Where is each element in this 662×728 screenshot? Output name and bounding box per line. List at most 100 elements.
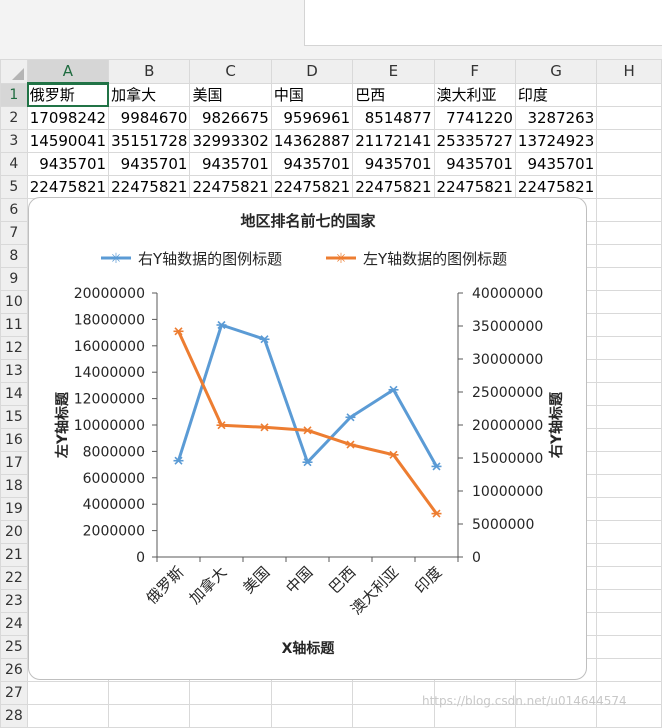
cell[interactable]: [189, 681, 272, 705]
row-header[interactable]: 16: [0, 428, 28, 452]
cell[interactable]: 13724923: [514, 129, 598, 153]
cell[interactable]: 9596961: [270, 106, 354, 130]
row-header[interactable]: 12: [0, 336, 28, 360]
cell[interactable]: [596, 405, 662, 429]
cell[interactable]: [596, 152, 662, 176]
cell[interactable]: [596, 359, 662, 383]
cell[interactable]: 3287263: [514, 106, 598, 130]
cell[interactable]: [596, 82, 662, 107]
cell[interactable]: 9826675: [189, 106, 272, 130]
cell[interactable]: 9435701: [433, 152, 516, 176]
cell[interactable]: [108, 704, 191, 728]
cell[interactable]: [596, 451, 662, 475]
cell[interactable]: 8514877: [352, 106, 435, 130]
column-header[interactable]: A: [26, 59, 110, 84]
line-chart[interactable]: 地区排名前七的国家 ✳ 右Y轴数据的图例标题 ✳ 左Y轴数据的图例标题 0 2000000 4…: [28, 197, 587, 680]
row-header[interactable]: 17: [0, 451, 28, 475]
cell[interactable]: [596, 635, 662, 659]
row-header[interactable]: 23: [0, 589, 28, 613]
select-all-corner[interactable]: [0, 59, 28, 84]
row-header[interactable]: 10: [0, 290, 28, 314]
row-header[interactable]: 28: [0, 704, 28, 728]
cell[interactable]: [270, 681, 354, 705]
row-header[interactable]: 3: [0, 129, 28, 153]
cell[interactable]: [596, 543, 662, 567]
cell[interactable]: [596, 198, 662, 222]
column-header[interactable]: H: [596, 59, 662, 84]
cell[interactable]: [26, 704, 110, 728]
row-header[interactable]: 22: [0, 566, 28, 590]
cell[interactable]: [596, 221, 662, 245]
cell[interactable]: 9435701: [26, 152, 110, 176]
cell[interactable]: 22475821: [270, 175, 354, 199]
column-header[interactable]: D: [270, 59, 354, 84]
cell[interactable]: 9435701: [189, 152, 272, 176]
row-header[interactable]: 1: [0, 82, 28, 107]
cell[interactable]: [596, 474, 662, 498]
row-header[interactable]: 7: [0, 221, 28, 245]
cell[interactable]: [596, 497, 662, 521]
cell[interactable]: 9435701: [352, 152, 435, 176]
cell[interactable]: 9435701: [108, 152, 191, 176]
cell[interactable]: 中国: [270, 82, 354, 107]
row-header[interactable]: 13: [0, 359, 28, 383]
cell[interactable]: [596, 589, 662, 613]
cell[interactable]: [596, 290, 662, 314]
cell[interactable]: [596, 382, 662, 406]
cell[interactable]: 22475821: [433, 175, 516, 199]
cell[interactable]: 俄罗斯: [26, 82, 110, 107]
formula-bar[interactable]: [304, 0, 662, 46]
cell[interactable]: 22475821: [189, 175, 272, 199]
cell[interactable]: [270, 704, 354, 728]
cell[interactable]: [596, 175, 662, 199]
cell[interactable]: 澳大利亚: [433, 82, 516, 107]
row-header[interactable]: 24: [0, 612, 28, 636]
row-header[interactable]: 8: [0, 244, 28, 268]
cell[interactable]: 美国: [189, 82, 272, 107]
cell[interactable]: 32993302: [189, 129, 272, 153]
cell[interactable]: 25335727: [433, 129, 516, 153]
cell[interactable]: 巴西: [352, 82, 435, 107]
cell[interactable]: 21172141: [352, 129, 435, 153]
cell[interactable]: 9435701: [270, 152, 354, 176]
row-header[interactable]: 5: [0, 175, 28, 199]
row-header[interactable]: 18: [0, 474, 28, 498]
row-header[interactable]: 21: [0, 543, 28, 567]
cell[interactable]: 加拿大: [108, 82, 191, 107]
column-header[interactable]: G: [514, 59, 598, 84]
column-header[interactable]: F: [433, 59, 516, 84]
cell[interactable]: [596, 129, 662, 153]
cell[interactable]: [596, 267, 662, 291]
cell[interactable]: [596, 658, 662, 682]
cell[interactable]: [189, 704, 272, 728]
cell[interactable]: 9984670: [108, 106, 191, 130]
cell[interactable]: 17098242: [26, 106, 110, 130]
column-header[interactable]: B: [108, 59, 191, 84]
cell[interactable]: [596, 612, 662, 636]
column-header[interactable]: C: [189, 59, 272, 84]
row-header[interactable]: 19: [0, 497, 28, 521]
row-header[interactable]: 26: [0, 658, 28, 682]
cell[interactable]: 22475821: [108, 175, 191, 199]
cell[interactable]: [596, 566, 662, 590]
row-header[interactable]: 20: [0, 520, 28, 544]
row-header[interactable]: 25: [0, 635, 28, 659]
cell[interactable]: [596, 244, 662, 268]
row-header[interactable]: 2: [0, 106, 28, 130]
cell[interactable]: [108, 681, 191, 705]
row-header[interactable]: 27: [0, 681, 28, 705]
cell[interactable]: 22475821: [26, 175, 110, 199]
column-header[interactable]: E: [352, 59, 435, 84]
cell[interactable]: [596, 106, 662, 130]
cell[interactable]: [26, 681, 110, 705]
cell[interactable]: [596, 313, 662, 337]
cell[interactable]: 9435701: [514, 152, 598, 176]
row-header[interactable]: 9: [0, 267, 28, 291]
cell[interactable]: 22475821: [352, 175, 435, 199]
cell[interactable]: 14362887: [270, 129, 354, 153]
cell[interactable]: 7741220: [433, 106, 516, 130]
row-header[interactable]: 14: [0, 382, 28, 406]
cell[interactable]: [596, 336, 662, 360]
cell[interactable]: 印度: [514, 82, 598, 107]
cell[interactable]: 35151728: [108, 129, 191, 153]
